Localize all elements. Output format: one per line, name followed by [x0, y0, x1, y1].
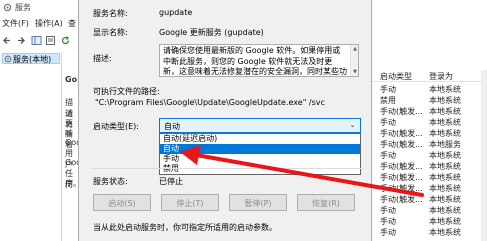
startup-option-auto-delayed[interactable]: 自动(延迟启动): [160, 134, 360, 144]
menu-file[interactable]: 文件(F): [2, 18, 29, 29]
service-status-value: 已停止: [159, 177, 183, 186]
column-startup-type[interactable]: 启动类型: [380, 71, 412, 82]
properties-icon[interactable]: [45, 35, 56, 46]
services-node-icon: [4, 55, 12, 63]
menu-action[interactable]: 操作(A): [35, 18, 63, 29]
section-divider: [93, 168, 363, 169]
service-status-label: 服务状态:: [93, 177, 128, 186]
resume-button-label: 恢复(R): [312, 199, 340, 208]
scroll-down-icon[interactable]: ▼: [352, 69, 358, 75]
service-properties-dialog: 服务名称: gupdate 显示名称: Google 更新服务 (gupdate…: [78, 0, 372, 241]
refresh-icon[interactable]: [60, 35, 71, 46]
start-button[interactable]: 启动(S): [93, 194, 151, 211]
menu-view[interactable]: 查: [68, 18, 76, 29]
services-toolbar: [0, 34, 78, 48]
tree-item-services-local[interactable]: 服务(本地): [2, 53, 60, 64]
service-row-logon-as: 本地系统: [429, 228, 461, 237]
description-textbox[interactable]: 请确保您使用最新版的 Google 软件。如果停用或中断此服务，则您的 Goog…: [159, 44, 359, 77]
scroll-up-icon[interactable]: ▲: [352, 46, 358, 52]
exe-path-label: 可执行文件的路径:: [93, 87, 160, 96]
services-gear-icon: [3, 3, 12, 12]
service-row[interactable]: 手动 本地系统: [372, 226, 487, 238]
option-label: 手动: [163, 154, 179, 163]
stop-button-label: 停止(T): [176, 199, 204, 208]
startup-type-combobox[interactable]: 自动 ⌄: [159, 118, 361, 133]
option-label: 自动(延迟启动): [163, 134, 218, 143]
resume-button[interactable]: 恢复(R): [297, 194, 355, 211]
services-menu-bar: 文件(F) 操作(A) 查: [0, 17, 78, 30]
stop-button[interactable]: 停止(T): [161, 194, 219, 211]
startup-option-disabled[interactable]: 禁用: [160, 164, 360, 174]
service-name-value: gupdate: [159, 8, 193, 17]
description-text: 请确保您使用最新版的 Google 软件。如果停用或中断此服务，则您的 Goog…: [163, 46, 347, 76]
startup-option-manual[interactable]: 手动: [160, 154, 360, 164]
option-label: 自动: [163, 144, 179, 153]
service-list-header: 启动类型 登录为: [372, 70, 487, 82]
console-tree: 服务(本地): [0, 52, 62, 241]
console-tree-icon[interactable]: [31, 35, 42, 46]
desc-fragment: Go: [65, 75, 78, 84]
back-arrow-icon[interactable]: [2, 35, 13, 46]
tree-item-label: 服务(本地): [13, 55, 52, 64]
startup-type-selected: 自动: [164, 122, 180, 131]
display-name-label: 显示名称:: [93, 28, 128, 37]
service-list-scrollbar[interactable]: [481, 70, 487, 241]
services-title: 服务: [15, 3, 31, 12]
start-parameters-hint: 当从此处启动服务时，你可指定所适用的启动参数。: [93, 223, 277, 232]
description-scrollbar[interactable]: ▲ ▼: [350, 45, 358, 76]
pause-button-label: 暂停(P): [244, 199, 272, 208]
chevron-down-icon[interactable]: ⌄: [347, 120, 358, 131]
start-button-label: 启动(S): [108, 199, 136, 208]
exe-path-value: "C:\Program Files\Google\Update\GoogleUp…: [95, 98, 325, 107]
forward-arrow-icon[interactable]: [15, 35, 26, 46]
service-row-startup-type: 手动: [380, 228, 396, 237]
pause-button[interactable]: 暂停(P): [229, 194, 287, 211]
display-name-value: Google 更新服务 (gupdate): [159, 28, 264, 37]
startup-option-auto[interactable]: 自动: [160, 144, 360, 154]
description-label: 描述:: [93, 54, 112, 63]
service-name-label: 服务名称:: [93, 9, 128, 18]
column-logon-as[interactable]: 登录为: [429, 71, 453, 82]
startup-type-label: 启动类型(E):: [93, 122, 139, 131]
option-label: 禁用: [163, 164, 179, 174]
